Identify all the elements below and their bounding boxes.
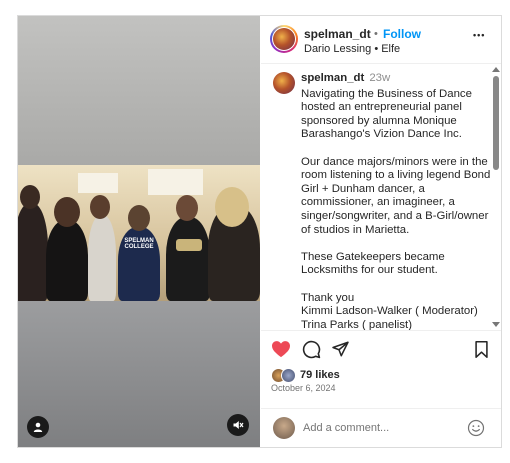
action-bar	[261, 338, 501, 366]
share-icon[interactable]	[331, 340, 350, 358]
mute-button[interactable]	[227, 414, 249, 436]
author-avatar[interactable]	[270, 25, 298, 53]
more-options-button[interactable]: •••	[473, 30, 485, 40]
bookmark-icon[interactable]	[474, 341, 489, 358]
post-header: spelman_dt • Follow Dario Lessing • Elfe…	[261, 16, 501, 64]
caption-paragraph: Thank you Kimmi Ladson-Walker ( Moderato…	[301, 291, 478, 331]
caption-time: 23w	[369, 72, 391, 84]
comment-bar	[261, 408, 501, 448]
caption-avatar[interactable]	[273, 72, 295, 94]
post-dialog: SPELMAN COLLEGE spelman_dt • Follow Dari…	[17, 15, 502, 448]
author-username[interactable]: spelman_dt	[304, 27, 371, 41]
caption-text: spelman_dt 23w Navigating the Business of…	[301, 72, 493, 331]
follow-button[interactable]: Follow	[383, 27, 421, 41]
post-video[interactable]: SPELMAN COLLEGE	[18, 16, 260, 447]
caption-paragraph: Navigating the Business of Dance hosted …	[301, 87, 472, 141]
caption-paragraph: These Gatekeepers became Locksmiths for …	[301, 250, 445, 277]
user-tag-icon	[33, 422, 43, 432]
comment-icon[interactable]	[302, 340, 321, 359]
user-tag-button[interactable]	[27, 416, 49, 438]
post-date: October 6, 2024	[271, 383, 336, 393]
caption-section: spelman_dt 23w Navigating the Business of…	[261, 64, 501, 331]
liker-avatar	[281, 367, 296, 383]
emoji-icon[interactable]	[467, 419, 485, 437]
likes-count[interactable]: 79 likes	[300, 369, 340, 381]
my-avatar	[273, 417, 295, 439]
video-frame: SPELMAN COLLEGE	[18, 165, 260, 301]
heart-icon[interactable]	[271, 340, 291, 358]
audio-track[interactable]: Dario Lessing • Elfe	[304, 43, 400, 55]
post-side-panel: spelman_dt • Follow Dario Lessing • Elfe…	[261, 16, 501, 447]
caption-username[interactable]: spelman_dt	[301, 72, 364, 84]
caption-scrollbar[interactable]	[491, 64, 501, 330]
likes-row[interactable]: 79 likes	[271, 366, 340, 384]
caption-paragraph: Our dance majors/minors were in the room…	[301, 155, 491, 236]
comment-input[interactable]	[303, 420, 453, 436]
mute-icon	[233, 421, 244, 429]
header-dot: •	[374, 28, 378, 40]
